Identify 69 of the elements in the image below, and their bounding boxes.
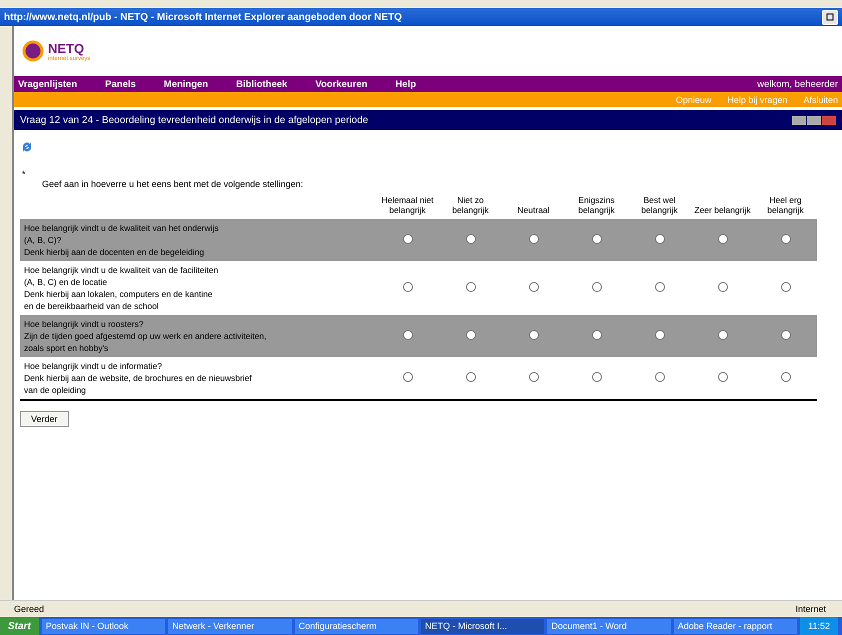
question-intro: Geef aan in hoeverre u het eens bent met de volgende stellingen: [42,179,304,189]
start-button[interactable]: Start [0,617,39,635]
menu-item[interactable]: Bibliotheek [236,78,288,90]
radio-button[interactable] [466,234,476,244]
status-text: Gereed [14,604,44,614]
menu-item[interactable]: Help [395,78,416,90]
radio-button[interactable] [654,330,664,340]
radio-button[interactable] [654,234,664,244]
column-header: Best wel belangrijk [628,195,691,219]
taskbar-item[interactable]: Configuratiescherm [294,618,418,634]
refresh-icon[interactable] [20,140,34,154]
radio-button[interactable] [402,282,412,292]
column-header: Helemaal niet belangrijk [376,195,439,219]
column-header: Neutraal [502,195,565,219]
radio-button[interactable] [528,372,538,382]
header-link[interactable]: Help bij vragen [727,94,788,104]
radio-button[interactable] [718,282,728,292]
taskbar-item[interactable]: NETQ - Microsoft I... [420,618,544,634]
taskbar-item[interactable]: Document1 - Word [547,618,671,634]
column-header: Zeer belangrijk [691,195,754,219]
required-note: * [22,169,27,179]
radio-button[interactable] [654,372,664,382]
menu-item[interactable]: Meningen [164,78,208,90]
radio-button[interactable] [528,282,538,292]
radio-button[interactable] [718,234,728,244]
radio-button[interactable] [402,372,412,382]
taskbar-item[interactable]: Netwerk - Verkenner [168,618,292,634]
taskbar-item[interactable]: Postvak IN - Outlook [42,618,166,634]
radio-button[interactable] [466,282,476,292]
radio-button[interactable] [718,372,728,382]
radio-button[interactable] [402,330,412,340]
radio-button[interactable] [592,282,602,292]
radio-button[interactable] [592,330,602,340]
question-text: Hoe belangrijk vindt u de kwaliteit van het onderwijs (A, B, C)? Denk hierbij aan de docenten en de begeleiding [20,219,376,261]
window-title: http://www.netq.nl/pub - NETQ - Microsoft Internet Explorer aangeboden door NETQ [4,12,402,22]
logo-name: NETQ [48,40,86,56]
column-header: Enigszins belangrijk [565,195,628,219]
question-text: Hoe belangrijk vindt u de kwaliteit van de faciliteiten (A, B, C) en de locatie Denk hierbij aan lokalen, computers en de kantine en de bereikbaarheid van de school [20,261,376,315]
question-text: Hoe belangrijk vindt u roosters? Zijn de tijden goed afgestemd op uw werk en andere activiteiten, zoals sport en hobby's [20,315,376,357]
taskbar-item[interactable]: Adobe Reader - rapport [674,618,798,634]
radio-button[interactable] [780,330,790,340]
radio-button[interactable] [780,372,790,382]
user-greeting: welkom, beheerder [757,78,838,90]
radio-button[interactable] [466,330,476,340]
radio-button[interactable] [780,282,790,292]
logo-icon [22,40,44,62]
radio-button[interactable] [528,234,538,244]
radio-button[interactable] [654,282,664,292]
question-text: Hoe belangrijk vindt u de informatie? Denk hierbij aan de website, de brochures en de nieuwsbrief van de opleiding [20,357,376,400]
panel-title: Vraag 12 van 24 - Beoordeling tevredenheid onderwijs in de afgelopen periode [20,114,368,126]
radio-button[interactable] [592,372,602,382]
radio-button[interactable] [780,234,790,244]
header-link[interactable]: Opnieuw [676,94,712,104]
menu-item[interactable]: Panels [105,78,136,90]
clock: 11:52 [800,617,838,635]
panel-controls[interactable] [792,116,836,124]
next-button[interactable]: Verder [20,411,69,427]
menu-item[interactable]: Voorkeuren [315,78,368,90]
radio-button[interactable] [528,330,538,340]
column-header: Heel erg belangrijk [754,195,817,219]
radio-button[interactable] [402,234,412,244]
menu-item[interactable]: Vragenlijsten [18,78,78,90]
radio-button[interactable] [718,330,728,340]
column-header: Niet zo belangrijk [439,195,502,219]
radio-button[interactable] [592,234,602,244]
zone-text: Internet [795,604,826,614]
radio-button[interactable] [466,372,476,382]
restore-icon[interactable] [822,10,838,24]
header-link[interactable]: Afsluiten [803,94,838,104]
